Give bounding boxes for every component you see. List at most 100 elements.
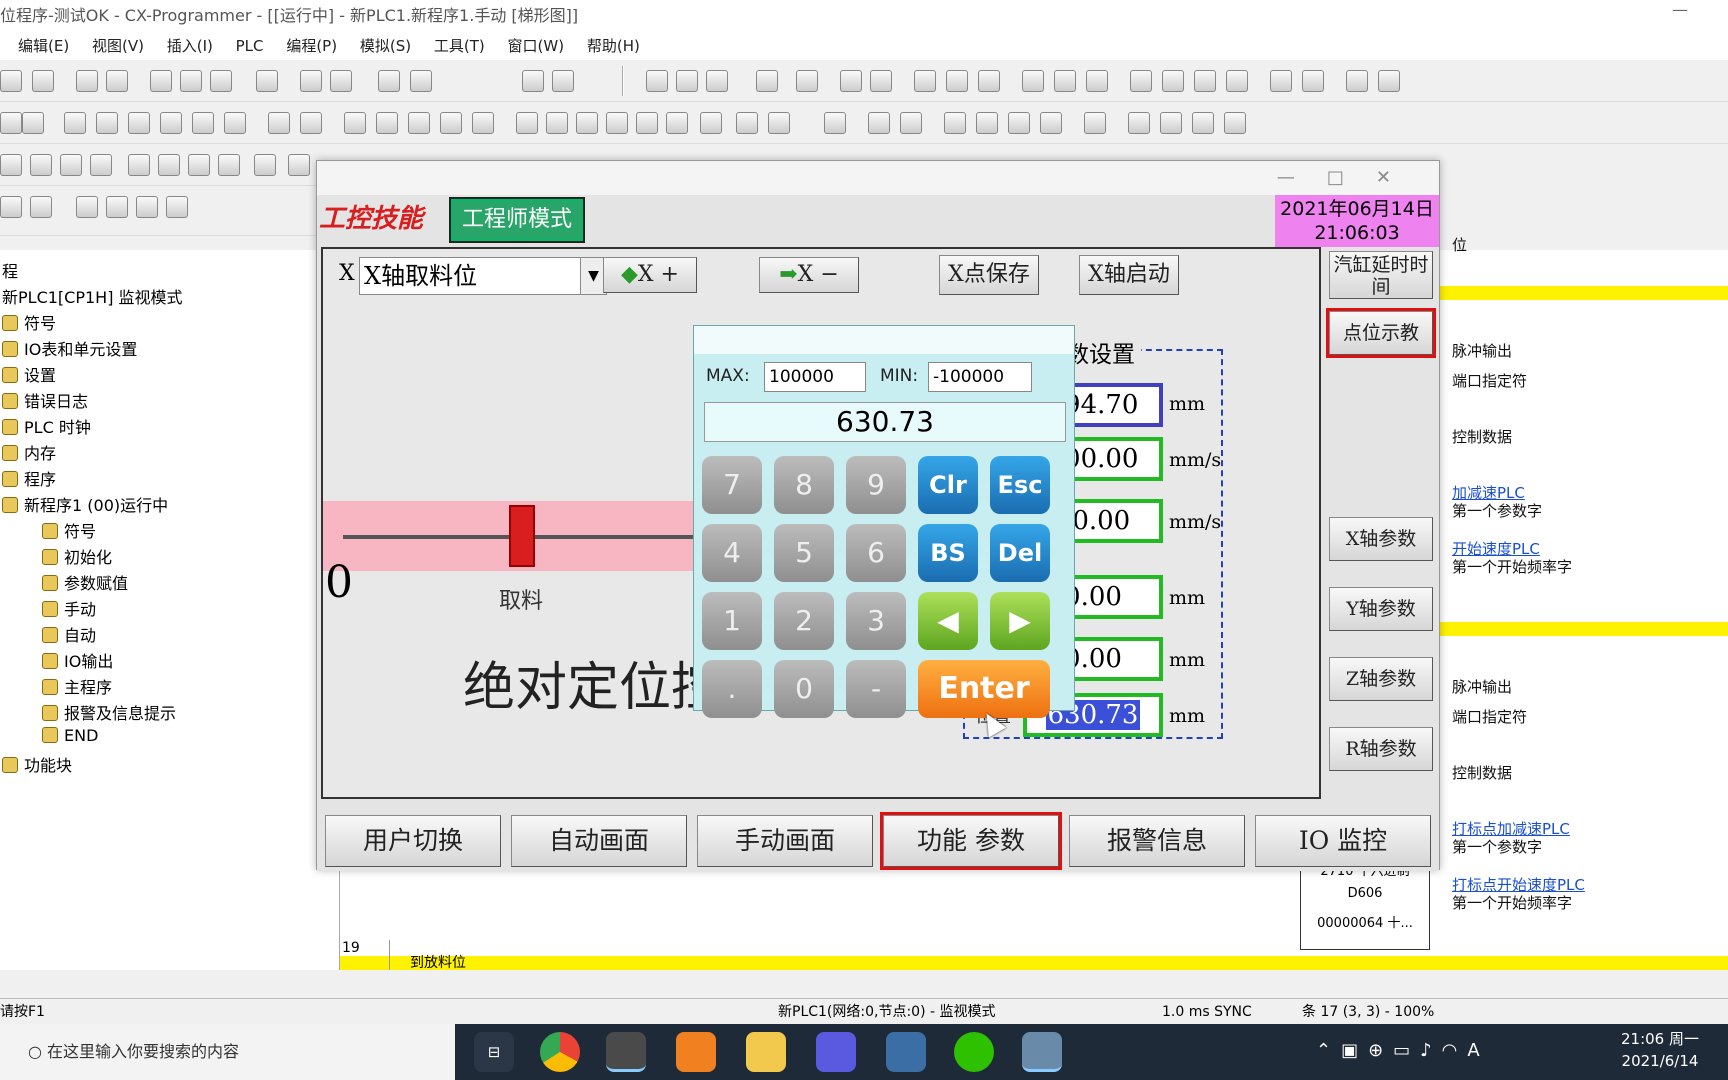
tree-item-function-blocks[interactable]: 功能块 <box>2 752 72 776</box>
memory-icon[interactable] <box>1128 112 1150 134</box>
nav-io-monitor[interactable]: IO 监控 <box>1255 815 1431 867</box>
key-icon[interactable] <box>1346 70 1368 92</box>
instruction-icon[interactable] <box>636 112 658 134</box>
memory-icon[interactable] <box>1192 112 1214 134</box>
program-icon[interactable] <box>900 112 922 134</box>
find-icon[interactable] <box>378 70 400 92</box>
wechat-icon[interactable] <box>954 1032 994 1072</box>
step-icon[interactable] <box>76 196 98 218</box>
indent-icon[interactable] <box>0 196 22 218</box>
comment-icon[interactable] <box>96 112 118 134</box>
instruction-icon[interactable] <box>700 112 722 134</box>
zoom-icon[interactable] <box>22 112 44 134</box>
tree-item-program-symbols[interactable]: 符号 <box>42 518 96 542</box>
warning-icon[interactable] <box>676 70 698 92</box>
tree-item-section[interactable]: 主程序 <box>42 674 112 698</box>
tree-item-plc-clock[interactable]: PLC 时钟 <box>2 414 91 438</box>
tree-item[interactable]: 程 <box>2 258 18 282</box>
taskbar-search[interactable]: ○ 在这里输入你要搜索的内容 <box>0 1024 455 1080</box>
grid-icon[interactable] <box>1130 70 1152 92</box>
chrome-icon[interactable] <box>540 1032 580 1072</box>
contact-nc-icon[interactable] <box>408 112 430 134</box>
grid-icon[interactable] <box>64 112 86 134</box>
menu-plc[interactable]: PLC <box>236 32 264 60</box>
tool-icon[interactable] <box>158 154 180 176</box>
online-edit-icon[interactable] <box>1086 70 1108 92</box>
online-edit-icon[interactable] <box>1054 70 1076 92</box>
open-icon[interactable] <box>32 70 54 92</box>
transfer-icon[interactable] <box>796 70 818 92</box>
step-icon[interactable] <box>106 196 128 218</box>
info-icon[interactable] <box>522 70 544 92</box>
tree-item-section[interactable]: 参数赋值 <box>42 570 128 594</box>
app-icon[interactable] <box>886 1032 926 1072</box>
monitor-icon[interactable] <box>946 70 968 92</box>
contact-or-nc-icon[interactable] <box>472 112 494 134</box>
watch-icon[interactable] <box>944 112 966 134</box>
list-icon[interactable] <box>160 112 182 134</box>
tool-icon[interactable] <box>288 154 310 176</box>
menu-view[interactable]: 视图(V) <box>92 32 144 60</box>
tool-icon[interactable] <box>218 154 240 176</box>
save-icon[interactable] <box>0 70 22 92</box>
pause-icon[interactable] <box>870 70 892 92</box>
monitor-icon[interactable] <box>914 70 936 92</box>
horizontal-line-icon[interactable] <box>546 112 568 134</box>
watch-icon[interactable] <box>1008 112 1030 134</box>
delete-line-icon[interactable] <box>768 112 790 134</box>
online-edit-icon[interactable] <box>1022 70 1044 92</box>
taskbar-clock[interactable]: 21:06 周一 2021/6/14 <box>1600 1028 1720 1072</box>
pdf-icon[interactable] <box>676 1032 716 1072</box>
tree-item-plc[interactable]: 新PLC1[CP1H] 监视模式 <box>2 284 183 308</box>
grid-icon[interactable] <box>1194 70 1216 92</box>
vertical-line-icon[interactable] <box>516 112 538 134</box>
sim-icon[interactable] <box>1270 70 1292 92</box>
step-icon[interactable] <box>166 196 188 218</box>
key-icon[interactable] <box>1378 70 1400 92</box>
menu-tools[interactable]: 工具(T) <box>434 32 485 60</box>
undo-icon[interactable] <box>300 70 322 92</box>
menu-simulate[interactable]: 模拟(S) <box>360 32 411 60</box>
minimize-button[interactable]: — <box>1672 0 1688 19</box>
window-icon[interactable] <box>0 154 22 176</box>
print-icon[interactable] <box>76 70 98 92</box>
tree-item-error-log[interactable]: 错误日志 <box>2 388 88 412</box>
list-icon[interactable] <box>192 112 214 134</box>
program-icon[interactable] <box>824 112 846 134</box>
tree-item-io-table[interactable]: IO表和单元设置 <box>2 336 137 360</box>
indent-icon[interactable] <box>30 196 52 218</box>
window-icon[interactable] <box>90 154 112 176</box>
tree-icon[interactable] <box>224 112 246 134</box>
monitor-icon[interactable] <box>978 70 1000 92</box>
clipboard-icon[interactable] <box>256 70 278 92</box>
tree-item-section[interactable]: 初始化 <box>42 544 112 568</box>
watch-icon[interactable] <box>976 112 998 134</box>
sim-icon[interactable] <box>1302 70 1324 92</box>
tree-item-symbols[interactable]: 符号 <box>2 310 56 334</box>
symbol-icon[interactable] <box>268 112 290 134</box>
coil-icon[interactable] <box>576 112 598 134</box>
cut-icon[interactable] <box>150 70 172 92</box>
step-icon[interactable] <box>136 196 158 218</box>
tree-item-section[interactable]: END <box>42 726 98 745</box>
task-view-icon[interactable]: ⊟ <box>474 1032 514 1072</box>
memory-icon[interactable] <box>1224 112 1246 134</box>
file-explorer-icon[interactable] <box>746 1032 786 1072</box>
tree-item-section[interactable]: 报警及信息提示 <box>42 700 176 724</box>
app-icon[interactable] <box>816 1032 856 1072</box>
tree-item-section[interactable]: 自动 <box>42 622 96 646</box>
instruction-operand-box[interactable]: 2710 十六进制 D606 00000064 十... <box>1300 860 1430 950</box>
tree-item-settings[interactable]: 设置 <box>2 362 56 386</box>
tool-icon[interactable] <box>188 154 210 176</box>
nav-alarm-info[interactable]: 报警信息 <box>1069 815 1245 867</box>
instruction-icon[interactable] <box>666 112 688 134</box>
warning-icon[interactable] <box>646 70 668 92</box>
paste-icon[interactable] <box>210 70 232 92</box>
program-icon[interactable] <box>868 112 890 134</box>
menu-program[interactable]: 编程(P) <box>286 32 337 60</box>
menu-help[interactable]: 帮助(H) <box>587 32 640 60</box>
zoom-icon[interactable] <box>0 112 22 134</box>
tree-item-section[interactable]: IO输出 <box>42 648 113 672</box>
run-icon[interactable] <box>840 70 862 92</box>
nav-user-switch[interactable]: 用户切换 <box>325 815 501 867</box>
